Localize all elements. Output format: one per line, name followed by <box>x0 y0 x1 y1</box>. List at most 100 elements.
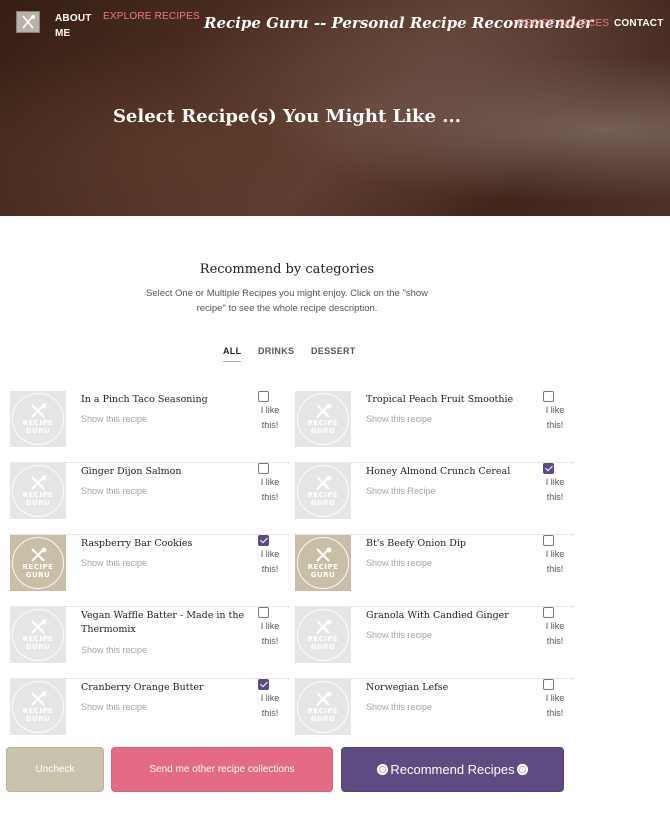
recipe-card: RECIPE GURU Granola With Candied Ginger Sh… <box>295 607 574 679</box>
like-label: I like this! <box>260 549 280 574</box>
like-checkbox[interactable] <box>543 535 554 546</box>
like-label: I like this! <box>545 477 565 502</box>
like-label: I like this! <box>260 405 280 430</box>
recipe-card: RECIPE GURU Honey Almond Crunch Cereal Sho… <box>295 463 574 535</box>
uncheck-button-label: Uncheck <box>35 764 75 775</box>
like-checkbox[interactable] <box>543 391 554 402</box>
section-description: Select One or Multiple Recipes you might… <box>146 288 428 314</box>
like-checkbox[interactable] <box>543 463 554 474</box>
show-recipe-link[interactable]: Show this recipe <box>366 630 432 640</box>
fork-spoon-icon <box>31 475 47 490</box>
like-label: I like this! <box>260 477 280 502</box>
tab-drinks[interactable]: DRINKS <box>258 346 294 356</box>
hero-heading: Select Recipe(s) You Might Like ... <box>112 106 462 127</box>
tab-all[interactable]: ALL <box>223 346 242 362</box>
like-label: I like this! <box>545 405 565 430</box>
like-checkbox[interactable] <box>258 463 269 474</box>
fork-spoon-icon <box>22 15 35 29</box>
thumbnail-brand: RECIPE GURU <box>307 707 339 723</box>
like-checkbox[interactable] <box>258 679 269 690</box>
recipe-thumbnail: RECIPE GURU <box>295 463 351 519</box>
send-collections-button[interactable]: Send me other recipe collections <box>111 747 333 792</box>
recipe-thumbnail: RECIPE GURU <box>10 535 66 591</box>
fork-spoon-icon <box>316 403 332 418</box>
like-checkbox[interactable] <box>258 391 269 402</box>
tab-dessert[interactable]: DESSERT <box>311 346 356 356</box>
recipe-thumbnail: RECIPE GURU <box>10 391 66 447</box>
fork-spoon-icon <box>316 619 332 634</box>
like-label: I like this! <box>260 693 280 718</box>
send-collections-label: Send me other recipe collections <box>149 764 295 775</box>
recipe-card: RECIPE GURU Ginger Dijon Salmon Show this … <box>10 463 289 535</box>
plate-icon <box>516 763 528 776</box>
thumbnail-brand: RECIPE GURU <box>307 563 339 579</box>
recipe-thumbnail: RECIPE GURU <box>295 607 351 663</box>
recipe-card: RECIPE GURU Cranberry Orange Butter Show t… <box>10 679 285 745</box>
like-checkbox[interactable] <box>543 679 554 690</box>
show-recipe-link[interactable]: Show this Recipe <box>366 486 436 496</box>
show-recipe-link[interactable]: Show this recipe <box>366 702 432 712</box>
show-recipe-link[interactable]: Show this recipe <box>81 645 147 655</box>
thumbnail-brand: RECIPE GURU <box>22 491 54 507</box>
fork-spoon-icon <box>316 475 332 490</box>
site-logo[interactable] <box>16 11 40 33</box>
show-recipe-link[interactable]: Show this recipe <box>366 414 432 424</box>
show-recipe-link[interactable]: Show this recipe <box>81 486 147 496</box>
recipe-thumbnail: RECIPE GURU <box>295 679 351 735</box>
thumbnail-brand: RECIPE GURU <box>307 491 339 507</box>
recipe-card: RECIPE GURU Vegan Waffle Batter - Made in… <box>10 607 289 679</box>
plate-icon <box>377 763 389 776</box>
fork-spoon-icon <box>31 691 47 706</box>
fork-spoon-icon <box>31 619 47 634</box>
recipe-title: Raspberry Bar Cookies <box>81 538 193 549</box>
uncheck-button[interactable]: Uncheck <box>6 747 104 792</box>
nav-recipe-sources[interactable]: Recipe Sources <box>517 18 609 29</box>
thumbnail-brand: RECIPE GURU <box>22 635 54 651</box>
recipe-guru-badge: RECIPE GURU <box>297 465 349 517</box>
recipe-guru-badge: RECIPE GURU <box>297 681 349 733</box>
thumbnail-brand: RECIPE GURU <box>307 635 339 651</box>
like-label: I like this! <box>260 621 280 646</box>
thumbnail-brand: RECIPE GURU <box>22 563 54 579</box>
recipe-thumbnail: RECIPE GURU <box>10 679 66 735</box>
recipe-title: Granola With Candied Ginger <box>366 610 509 621</box>
section-title: Recommend by categories <box>199 262 375 277</box>
fork-spoon-icon <box>31 403 47 418</box>
like-label: I like this! <box>545 549 565 574</box>
recipe-thumbnail: RECIPE GURU <box>10 607 66 663</box>
recipe-title: In a Pinch Taco Seasoning <box>81 394 208 405</box>
recipe-thumbnail: RECIPE GURU <box>295 535 351 591</box>
recipe-guru-badge: RECIPE GURU <box>297 609 349 661</box>
recommend-recipes-label: Recommend Recipes <box>390 762 515 777</box>
recipe-card: RECIPE GURU Norwegian Lefse Show this reci… <box>295 679 570 745</box>
recipe-guru-badge: RECIPE GURU <box>12 537 64 589</box>
recipe-title: Cranberry Orange Butter <box>81 682 204 693</box>
nav-contact[interactable]: Contact <box>614 18 664 29</box>
recipe-guru-badge: RECIPE GURU <box>297 393 349 445</box>
like-checkbox[interactable] <box>543 607 554 618</box>
recipe-title: Tropical Peach Fruit Smoothie <box>366 394 514 405</box>
show-recipe-link[interactable]: Show this recipe <box>366 558 432 568</box>
show-recipe-link[interactable]: Show this recipe <box>81 558 147 568</box>
recipe-guru-badge: RECIPE GURU <box>12 609 64 661</box>
recipe-guru-badge: RECIPE GURU <box>12 393 64 445</box>
fork-spoon-icon <box>316 547 332 562</box>
recipe-card: RECIPE GURU Raspberry Bar Cookies Show thi… <box>10 535 289 607</box>
recommend-recipes-button[interactable]: Recommend Recipes <box>341 747 564 792</box>
nav-explore-recipes[interactable]: Explore Recipes <box>103 11 200 22</box>
show-recipe-link[interactable]: Show this recipe <box>81 414 147 424</box>
fork-spoon-icon <box>316 691 332 706</box>
recipe-title: Honey Almond Crunch Cereal <box>366 466 511 477</box>
recipe-title: Norwegian Lefse <box>366 682 449 693</box>
like-checkbox[interactable] <box>258 535 269 546</box>
fork-spoon-icon <box>31 547 47 562</box>
recipe-guru-badge: RECIPE GURU <box>12 681 64 733</box>
thumbnail-brand: RECIPE GURU <box>307 419 339 435</box>
show-recipe-link[interactable]: Show this recipe <box>81 702 147 712</box>
like-label: I like this! <box>545 693 565 718</box>
recipe-thumbnail: RECIPE GURU <box>295 391 351 447</box>
nav-about-me[interactable]: About Me <box>55 11 97 41</box>
recipe-card: RECIPE GURU In a Pinch Taco Seasoning Show… <box>10 391 289 463</box>
recipe-thumbnail: RECIPE GURU <box>10 463 66 519</box>
like-checkbox[interactable] <box>258 607 269 618</box>
